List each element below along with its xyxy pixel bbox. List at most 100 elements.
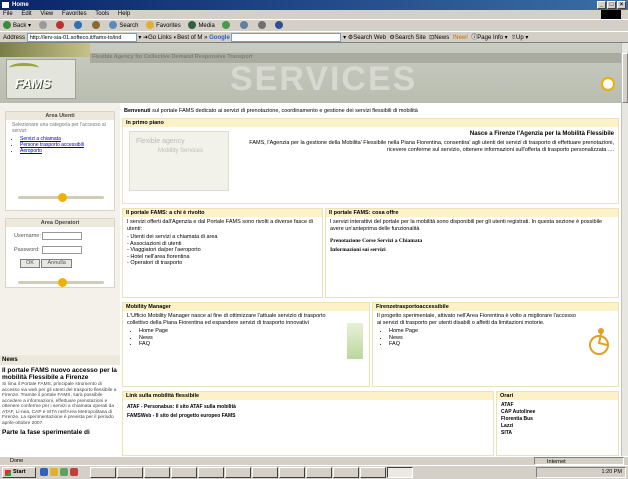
task-button[interactable] bbox=[333, 467, 359, 478]
folder-quicklaunch-icon[interactable] bbox=[50, 468, 58, 476]
window-title: Home bbox=[12, 2, 29, 8]
menu-help[interactable]: Help bbox=[118, 11, 130, 17]
links-button[interactable]: Links bbox=[158, 35, 172, 41]
menu-favorites[interactable]: Favorites bbox=[62, 11, 87, 17]
menu-tools[interactable]: Tools bbox=[95, 11, 109, 17]
forward-arrow-icon bbox=[38, 21, 47, 30]
offre-link-informazioni[interactable]: Informazioni sui servizi bbox=[326, 247, 618, 256]
back-arrow-icon bbox=[3, 21, 11, 30]
back-button[interactable]: Back ▾ bbox=[3, 20, 31, 31]
decorative-slider-2 bbox=[18, 278, 104, 287]
system-tray: 1:20 PM bbox=[536, 467, 626, 478]
primo-piano-panel: In primo piano Flexible agency Mobility … bbox=[122, 118, 619, 204]
menu-file[interactable]: File bbox=[3, 11, 13, 17]
task-button[interactable] bbox=[252, 467, 278, 478]
username-input[interactable] bbox=[42, 231, 82, 240]
page-viewport: Flexible Agency for Collective Demand Re… bbox=[0, 43, 621, 456]
forward-button[interactable] bbox=[38, 20, 49, 31]
site-banner: Flexible Agency for Collective Demand Re… bbox=[0, 43, 621, 103]
favorites-button[interactable]: Favorites bbox=[146, 20, 181, 31]
up-button[interactable]: ⇧Up ▾ bbox=[509, 35, 528, 41]
orari-sita[interactable]: SITA bbox=[501, 430, 614, 437]
print-icon bbox=[257, 21, 266, 30]
app-quicklaunch-icon[interactable] bbox=[70, 468, 78, 476]
title-bar: Home _ □ × bbox=[0, 0, 628, 10]
maximize-button[interactable]: □ bbox=[607, 1, 616, 9]
links-panel: Link sulla mobilità flessibile ATAF - Pe… bbox=[122, 391, 494, 456]
chi-list: - Utenti dei servizi a chiamata di area … bbox=[123, 234, 322, 269]
menu-edit[interactable]: Edit bbox=[21, 11, 31, 17]
best-of-button[interactable]: ◐Best of M » bbox=[173, 35, 207, 41]
area-utenti-title: Area Utenti bbox=[6, 112, 114, 120]
annulla-button[interactable]: Annulla bbox=[41, 259, 72, 269]
news-button[interactable]: ⊡News bbox=[428, 35, 449, 41]
mobility-manager-links: Home Page News FAQ bbox=[123, 328, 369, 348]
task-button[interactable] bbox=[90, 467, 116, 478]
print-button[interactable] bbox=[257, 20, 268, 31]
accessibility-logo-icon bbox=[589, 328, 609, 355]
banner-agency-text: Flexible Agency for Collective Demand Re… bbox=[92, 54, 253, 60]
orari-ataf[interactable]: ATAF bbox=[501, 402, 614, 409]
link-famsweb[interactable]: FAMSWeb - Il sito del progetto europeo F… bbox=[123, 413, 493, 422]
history-button[interactable] bbox=[222, 20, 232, 31]
page-info-button[interactable]: ⓘPage Info ▾ bbox=[470, 35, 507, 41]
orari-cap[interactable]: CAP Autolinee bbox=[501, 409, 614, 416]
banner-services-text: SERVICES bbox=[230, 60, 418, 98]
news-section: News Il portale FAMS nuovo accesso per l… bbox=[0, 355, 120, 456]
password-label: Password: bbox=[14, 247, 40, 253]
scrollbar-thumb[interactable] bbox=[622, 53, 628, 103]
ok-button[interactable]: OK bbox=[20, 259, 40, 269]
start-button[interactable]: Start bbox=[2, 467, 36, 478]
task-button[interactable] bbox=[279, 467, 305, 478]
orari-florentia[interactable]: Florentia Bus bbox=[501, 416, 614, 423]
headline-text: FAMS, l'Agenzia per la gestione della Mo… bbox=[249, 140, 614, 153]
clock: 1:20 PM bbox=[601, 469, 622, 475]
orari-lazzi[interactable]: Lazzi bbox=[501, 423, 614, 430]
address-input[interactable]: http://lerv-sia-01.softeco.it/fams-to/in… bbox=[26, 32, 137, 42]
task-button[interactable] bbox=[144, 467, 170, 478]
menu-view[interactable]: View bbox=[40, 11, 53, 17]
news-title[interactable]: Il portale FAMS nuovo accesso per la mob… bbox=[0, 365, 120, 381]
chi-item: - Operatori di trasporto bbox=[127, 260, 183, 266]
search-site-button[interactable]: ⚙Search Site bbox=[388, 35, 425, 41]
go-button[interactable]: ▾ ➜Go bbox=[138, 35, 156, 41]
decorative-slider bbox=[18, 193, 104, 202]
task-button[interactable] bbox=[225, 467, 251, 478]
flex-logo-line1: Flexible agency bbox=[136, 138, 185, 145]
search-button[interactable]: Search bbox=[109, 20, 138, 31]
offre-link-prenotazione[interactable]: Prenotazione Corse Servizi a Chiamata bbox=[326, 234, 618, 247]
search-web-button[interactable]: ▾ ⚙Search Web bbox=[343, 35, 386, 41]
fams-logo[interactable]: FAMS bbox=[6, 59, 76, 99]
mail-icon bbox=[240, 21, 249, 30]
task-button[interactable] bbox=[306, 467, 332, 478]
google-search-input[interactable] bbox=[231, 32, 342, 42]
desktop-quicklaunch-icon[interactable] bbox=[60, 468, 68, 476]
task-button-active[interactable] bbox=[387, 467, 413, 478]
mm-link-faq[interactable]: FAQ bbox=[139, 341, 369, 348]
mail-button[interactable] bbox=[240, 20, 250, 31]
stop-button[interactable] bbox=[56, 20, 66, 31]
home-button[interactable] bbox=[91, 20, 102, 31]
task-button[interactable] bbox=[198, 467, 224, 478]
orari-list: ATAF CAP Autolinee Florentia Bus Lazzi S… bbox=[497, 400, 618, 439]
link-aeroporto[interactable]: Aeroporto bbox=[20, 148, 114, 154]
headline[interactable]: Nasce a Firenze l'Agenzia per la Mobilit… bbox=[243, 131, 614, 137]
link-ataf[interactable]: ATAF - Personabus: il sito ATAF sulla mo… bbox=[123, 400, 493, 413]
username-label: Username: bbox=[14, 233, 41, 239]
edit-button[interactable] bbox=[275, 20, 285, 31]
task-button[interactable] bbox=[360, 467, 386, 478]
close-button[interactable]: × bbox=[617, 1, 626, 9]
media-button[interactable]: Media bbox=[188, 20, 215, 31]
task-button[interactable] bbox=[117, 467, 143, 478]
firenzetrasporto-text: Il progetto sperimentale, attivato nell'… bbox=[377, 313, 576, 326]
orari-panel: Orari ATAF CAP Autolinee Florentia Bus L… bbox=[496, 391, 619, 456]
refresh-button[interactable] bbox=[74, 20, 84, 31]
task-button[interactable] bbox=[171, 467, 197, 478]
ie-quicklaunch-icon[interactable] bbox=[40, 468, 48, 476]
minimize-button[interactable]: _ bbox=[597, 1, 606, 9]
password-input[interactable] bbox=[42, 245, 82, 254]
new-button[interactable]: !New! bbox=[451, 35, 468, 41]
vertical-scrollbar[interactable] bbox=[621, 43, 628, 456]
news-more-title[interactable]: Parte la fase sperimentale di bbox=[0, 427, 120, 436]
news-body: Si lima il Portale FAMS, principale stru… bbox=[2, 382, 117, 426]
